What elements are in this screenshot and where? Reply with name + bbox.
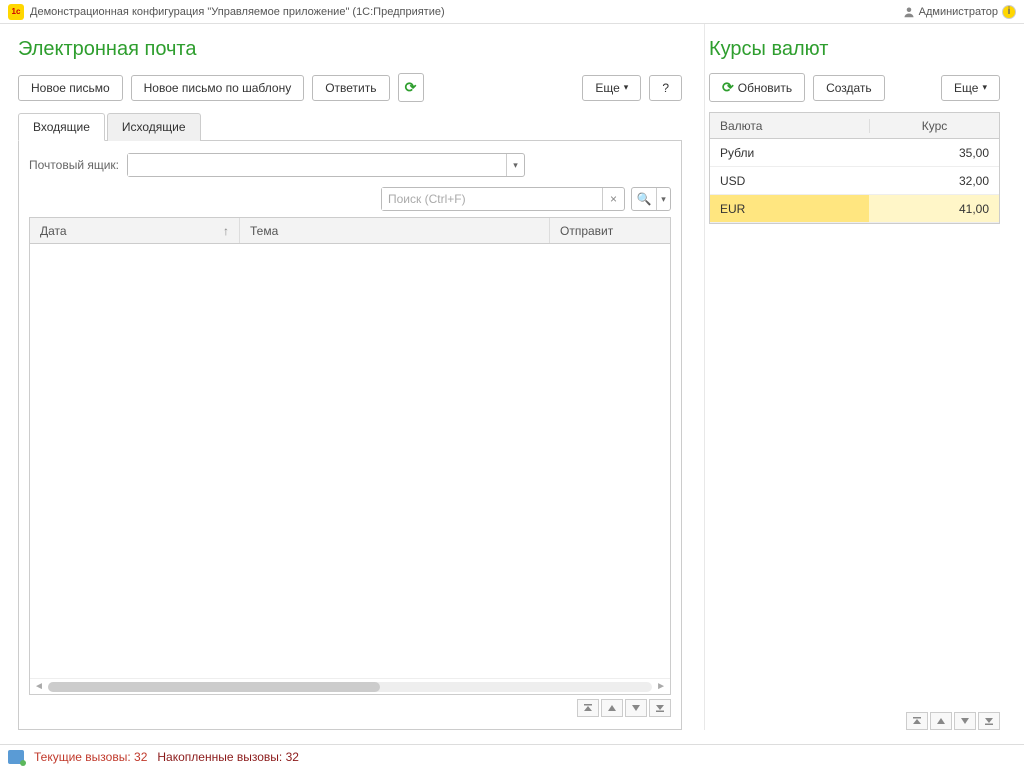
info-icon[interactable]: i xyxy=(1002,5,1016,19)
rates-nav xyxy=(709,706,1000,730)
rate-cell: 41,00 xyxy=(870,202,999,216)
nav-down-button[interactable] xyxy=(954,712,976,730)
email-toolbar: Новое письмо Новое письмо по шаблону Отв… xyxy=(18,73,682,102)
statusbar: Текущие вызовы: 32 Накопленные вызовы: 3… xyxy=(0,744,1024,768)
help-button[interactable]: ? xyxy=(649,75,682,101)
scroll-left-icon[interactable]: ◄ xyxy=(34,681,44,692)
rates-title: Курсы валют xyxy=(709,38,1000,61)
refresh-button[interactable]: ⟳ xyxy=(398,73,424,102)
mailbox-combo[interactable]: ▾ xyxy=(127,153,525,177)
current-calls: Текущие вызовы: 32 xyxy=(34,750,147,764)
new-message-button[interactable]: Новое письмо xyxy=(18,75,123,101)
refresh-icon: ⟳ xyxy=(722,79,734,96)
col-subject[interactable]: Тема xyxy=(240,218,550,243)
nav-down-button[interactable] xyxy=(625,699,647,717)
chevron-down-icon: ▾ xyxy=(624,82,629,93)
grid-nav xyxy=(29,699,671,717)
col-rate[interactable]: Курс xyxy=(870,119,999,133)
rates-create-button[interactable]: Создать xyxy=(813,75,885,101)
rates-refresh-button[interactable]: ⟳Обновить xyxy=(709,73,805,102)
col-date[interactable]: Дата ↑ xyxy=(30,218,240,243)
email-grid: Дата ↑ Тема Отправит ◄ ► xyxy=(29,217,671,695)
rates-row[interactable]: USD32,00 xyxy=(710,167,999,195)
email-tabs: Входящие Исходящие xyxy=(18,112,682,141)
currency-cell: EUR xyxy=(710,202,870,216)
mailbox-label: Почтовый ящик: xyxy=(29,158,119,172)
email-tab-body: Почтовый ящик: ▾ × 🔍 ▾ xyxy=(18,141,682,730)
rates-header: Валюта Курс xyxy=(710,113,999,139)
nav-bottom-button[interactable] xyxy=(649,699,671,717)
rates-more-button[interactable]: Еще ▾ xyxy=(941,75,1000,101)
email-panel: Электронная почта Новое письмо Новое пис… xyxy=(0,24,700,730)
nav-top-button[interactable] xyxy=(906,712,928,730)
rates-table: Валюта Курс Рубли35,00USD32,00EUR41,00 xyxy=(709,112,1000,224)
rates-toolbar: ⟳Обновить Создать Еще ▾ xyxy=(709,73,1000,102)
nav-up-button[interactable] xyxy=(601,699,623,717)
grid-header: Дата ↑ Тема Отправит xyxy=(30,218,670,244)
user-name: Администратор xyxy=(919,6,998,18)
reply-button[interactable]: Ответить xyxy=(312,75,389,101)
grid-body[interactable] xyxy=(30,244,670,678)
clear-search-button[interactable]: × xyxy=(602,188,624,210)
user-icon xyxy=(903,6,915,18)
tab-outbox[interactable]: Исходящие xyxy=(107,113,201,141)
accumulated-calls: Накопленные вызовы: 32 xyxy=(157,750,299,764)
chevron-down-icon[interactable]: ▾ xyxy=(506,154,524,176)
col-sender[interactable]: Отправит xyxy=(550,218,670,243)
rates-panel: Курсы валют ⟳Обновить Создать Еще ▾ Валю… xyxy=(704,24,1014,730)
search-input[interactable] xyxy=(382,188,602,210)
search-dropdown[interactable]: ▾ xyxy=(656,188,670,210)
refresh-icon: ⟳ xyxy=(405,79,417,96)
status-icon[interactable] xyxy=(8,750,24,764)
search-button-group: 🔍 ▾ xyxy=(631,187,671,211)
scroll-track[interactable] xyxy=(48,682,652,692)
horizontal-scrollbar[interactable]: ◄ ► xyxy=(30,678,670,694)
mailbox-input[interactable] xyxy=(128,154,506,176)
chevron-down-icon: ▾ xyxy=(982,82,987,93)
email-title: Электронная почта xyxy=(18,38,682,61)
nav-up-button[interactable] xyxy=(930,712,952,730)
col-currency[interactable]: Валюта xyxy=(710,119,870,133)
currency-cell: USD xyxy=(710,174,870,188)
rates-row[interactable]: Рубли35,00 xyxy=(710,139,999,167)
titlebar: 1c Демонстрационная конфигурация "Управл… xyxy=(0,0,1024,24)
logo-1c-icon: 1c xyxy=(8,4,24,20)
sort-asc-icon: ↑ xyxy=(223,224,229,238)
scroll-right-icon[interactable]: ► xyxy=(656,681,666,692)
currency-cell: Рубли xyxy=(710,146,870,160)
scroll-thumb[interactable] xyxy=(48,682,380,692)
more-button[interactable]: Еще ▾ xyxy=(582,75,641,101)
search-box[interactable]: × xyxy=(381,187,625,211)
search-button[interactable]: 🔍 xyxy=(632,188,656,210)
new-template-button[interactable]: Новое письмо по шаблону xyxy=(131,75,305,101)
rates-body: Рубли35,00USD32,00EUR41,00 xyxy=(710,139,999,223)
search-icon: 🔍 xyxy=(637,192,652,206)
nav-bottom-button[interactable] xyxy=(978,712,1000,730)
nav-top-button[interactable] xyxy=(577,699,599,717)
user-area[interactable]: Администратор i xyxy=(903,5,1016,19)
tab-inbox[interactable]: Входящие xyxy=(18,113,105,141)
rate-cell: 35,00 xyxy=(870,146,999,160)
app-title: Демонстрационная конфигурация "Управляем… xyxy=(30,6,445,18)
rate-cell: 32,00 xyxy=(870,174,999,188)
rates-row[interactable]: EUR41,00 xyxy=(710,195,999,223)
